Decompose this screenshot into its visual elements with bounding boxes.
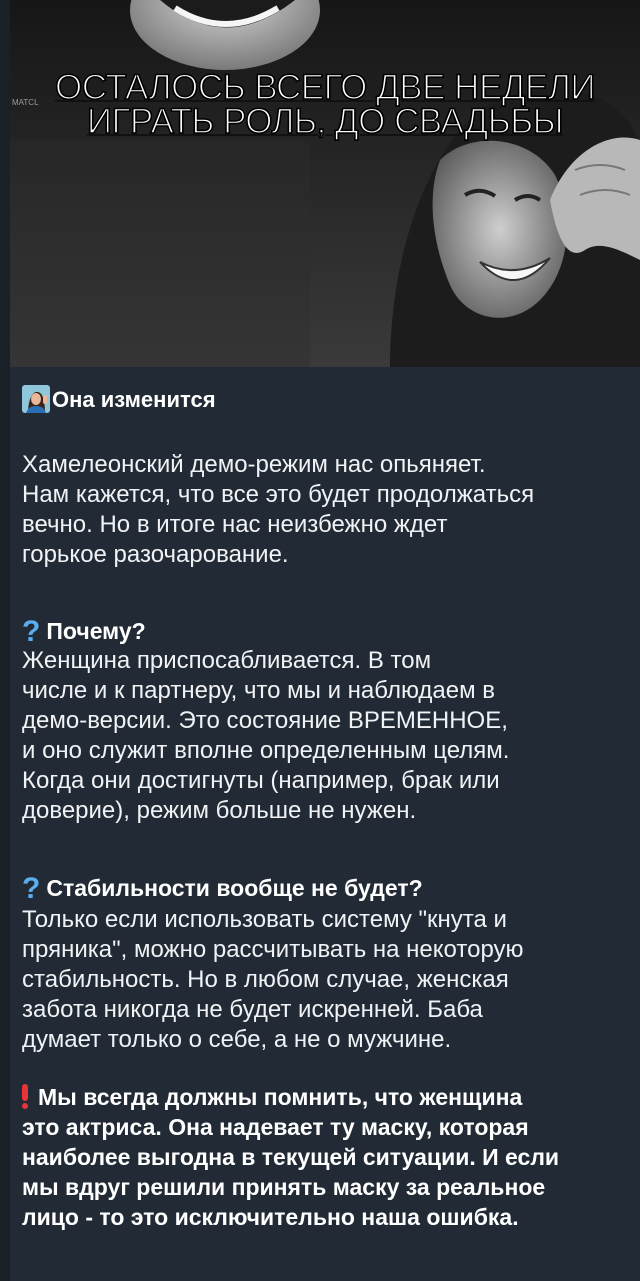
section1-line: и оно служит вполне определенным целям. — [22, 737, 510, 764]
section3-paragraph: Мы всегда должны помнить, что женщина эт… — [22, 1082, 559, 1232]
section2-heading: ? Стабильности вообще не будет? — [22, 872, 423, 906]
section1-line: Когда они достигнуты (например, брак или — [22, 767, 500, 794]
question-mark-icon: ? — [22, 872, 41, 905]
section2-line: думает только о себе, а не о мужчине. — [22, 1026, 452, 1053]
intro-paragraph: Хамелеонский демо-режим нас опьяняет. На… — [22, 450, 534, 570]
section3-line: наиболее выгодна в текущей ситуации. И е… — [22, 1144, 560, 1170]
section1-heading: ? Почему? — [22, 615, 146, 649]
photo-illustration — [10, 0, 640, 367]
section3-line: лицо - то это исключительно наша ошибка. — [22, 1204, 519, 1230]
section1-paragraph: Женщина приспосабливается. В том числе и… — [22, 646, 509, 826]
post-photo[interactable]: MATCL ОСТАЛОСЬ ВСЕГО ДВЕ НЕДЕЛИ ИГРАТЬ Р… — [10, 0, 640, 367]
section1-line: доверие), режим больше не нужен. — [22, 797, 417, 824]
photo-caption-line1: ОСТАЛОСЬ ВСЕГО ДВЕ НЕДЕЛИ — [54, 68, 596, 107]
section3-line: мы вдруг решили принять маску за реально… — [22, 1174, 546, 1200]
section1-line: Женщина приспосабливается. В том — [22, 647, 432, 674]
intro-line: горькое разочарование. — [22, 541, 289, 568]
question-mark-icon: ? — [22, 615, 41, 648]
section2-line: Только если использовать систему "кнута … — [22, 906, 507, 933]
photo-caption-line2: ИГРАТЬ РОЛЬ, ДО СВАДЬБЫ — [86, 102, 564, 141]
exclamation-icon — [22, 1084, 28, 1109]
section2-paragraph: Только если использовать систему "кнута … — [22, 905, 524, 1055]
section3-line-text: Мы всегда должны помнить, что женщина — [38, 1084, 523, 1110]
section1-heading-text: Почему? — [46, 618, 146, 644]
chat-left-rule — [0, 0, 10, 1281]
section2-line: стабильность. Но в любом случае, женская — [22, 966, 509, 993]
section2-line: забота никогда не будет искренней. Баба — [22, 996, 483, 1023]
section2-heading-text: Стабильности вообще не будет? — [46, 875, 423, 901]
intro-line: вечно. Но в итоге нас неизбежно ждет — [22, 511, 448, 538]
intro-line: Нам кажется, что все это будет продолжат… — [22, 481, 535, 508]
section3-line: Мы всегда должны помнить, что женщина — [22, 1082, 559, 1112]
woman-emoji-icon — [22, 385, 50, 413]
section2-line: пряника", можно рассчитывать на некотору… — [22, 936, 524, 963]
section3-line: это актриса. Она надевает ту маску, кото… — [22, 1114, 529, 1140]
section1-line: числе и к партнеру, что мы и наблюдаем в — [22, 677, 496, 704]
section1-line: демо-версии. Это состояние ВРЕМЕННОЕ, — [22, 707, 508, 734]
post-title-text: Она изменится — [52, 387, 216, 412]
intro-line: Хамелеонский демо-режим нас опьяняет. — [22, 451, 486, 478]
post-title: Она изменится — [22, 385, 216, 413]
